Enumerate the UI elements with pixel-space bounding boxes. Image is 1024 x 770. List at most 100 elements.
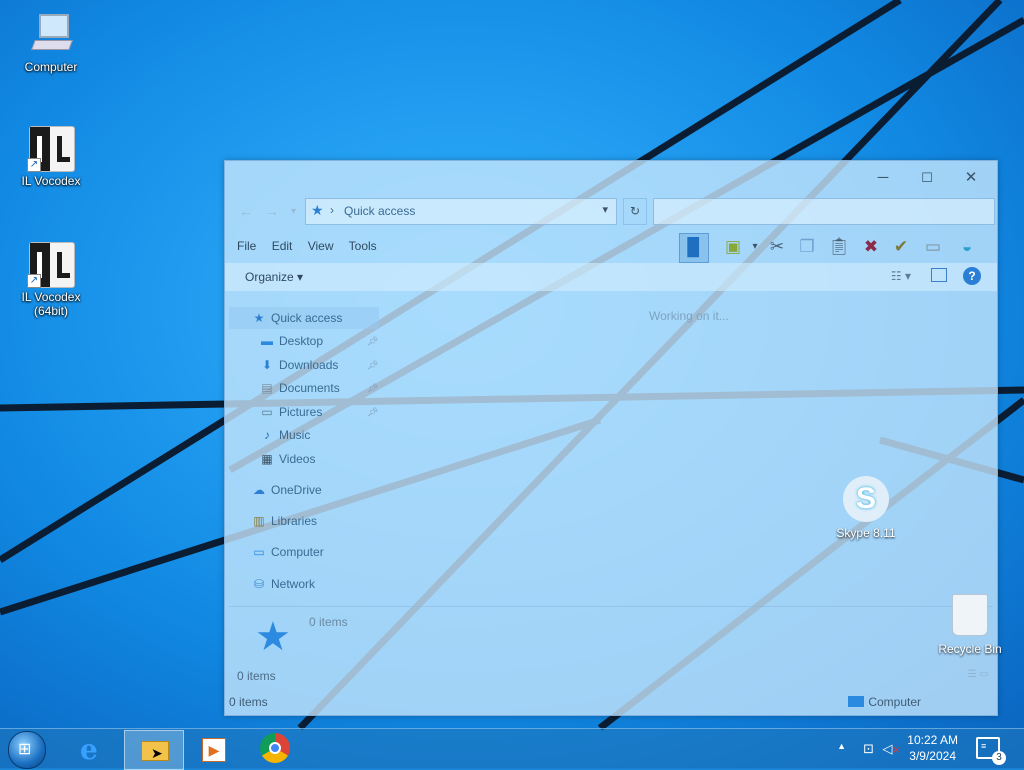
taskbar-chrome[interactable]: [246, 730, 304, 768]
show-hidden-icons-button[interactable]: ▲: [837, 741, 846, 751]
nav-item-downloads[interactable]: ⬇ Downloads: [259, 354, 338, 376]
music-note-icon: ♪: [264, 428, 270, 442]
volume-muted-icon[interactable]: ◁✕: [882, 741, 900, 757]
taskbar-media-player[interactable]: ▶: [184, 730, 242, 768]
nav-item-pictures[interactable]: ▭ Pictures: [259, 401, 322, 423]
maximize-button[interactable]: ☐: [905, 167, 949, 189]
pin-icon[interactable]: 📌︎: [367, 360, 378, 371]
rename-icon: ▭: [924, 237, 942, 256]
document-icon: ▤: [261, 381, 273, 395]
desktop-icon-il-vocodex-64bit[interactable]: ↗ IL Vocodex (64bit): [3, 240, 99, 318]
back-arrow-icon[interactable]: ←: [239, 203, 253, 219]
taskbar: ⊞ e ➤ ▶ ▲ ⊡ ◁✕ 10:22 AM 3/9/2024 ≡ 3: [0, 728, 1024, 770]
shortcut-arrow-icon: ↗: [27, 158, 41, 172]
taskbar-internet-explorer[interactable]: e: [64, 730, 122, 768]
recent-dropdown-icon[interactable]: ▾: [291, 206, 296, 217]
nav-item-label: Desktop: [279, 334, 324, 348]
address-bar[interactable]: ★ › Quick access ▾: [305, 198, 617, 225]
nav-item-label: Pictures: [279, 405, 323, 419]
file-explorer-window[interactable]: ─ ☐ ✕ ← → ▾ ★ › Quick access ▾ ↻ File Ed…: [224, 160, 998, 716]
start-button[interactable]: ⊞: [8, 731, 46, 769]
network-tray-icon[interactable]: ⊡: [863, 741, 874, 757]
view-toggle-buttons[interactable]: ☰ ▭: [968, 669, 989, 680]
taskbar-file-explorer[interactable]: ➤: [124, 730, 184, 770]
minimize-button[interactable]: ─: [861, 167, 905, 189]
clock[interactable]: 10:22 AM 3/9/2024: [907, 732, 958, 764]
notification-center-button[interactable]: ≡ 3: [976, 737, 1006, 765]
skype-icon: S: [843, 476, 889, 522]
pin-icon[interactable]: 📌︎: [367, 407, 378, 418]
quick-access-star-icon: ★: [255, 615, 291, 659]
quick-access-star-icon: ★: [253, 311, 265, 325]
navigation-pane: ★ Quick access ▬ Desktop 📌︎ ⬇ Downloads 📌︎ …: [229, 307, 381, 607]
rename-button[interactable]: ▭: [919, 233, 947, 261]
desktop-icon-skype[interactable]: S Skype 8.11: [830, 476, 902, 540]
nav-item-desktop[interactable]: ▬ Desktop: [259, 330, 323, 352]
nav-item-label: OneDrive: [271, 483, 322, 497]
desktop-folder-icon: ▬: [261, 334, 273, 348]
download-arrow-icon: ⬇: [261, 358, 273, 372]
loading-message: Working on it...: [649, 309, 729, 323]
menu-file[interactable]: File: [237, 239, 256, 253]
pin-icon[interactable]: 📌︎: [367, 383, 378, 394]
paste-button[interactable]: 📋︎: [825, 233, 853, 261]
desktop-icon-computer[interactable]: Computer: [3, 10, 99, 74]
menu-view[interactable]: View: [308, 239, 334, 253]
help-button[interactable]: ?: [963, 267, 981, 285]
layout-pane-icon: ▉: [687, 238, 701, 257]
delete-button[interactable]: ✖: [857, 233, 885, 261]
nav-item-documents[interactable]: ▤ Documents: [259, 377, 340, 399]
nav-item-videos[interactable]: ▦ Videos: [259, 448, 315, 470]
status-bar-count: 0 items: [237, 669, 276, 683]
nav-item-computer[interactable]: ▭ Computer: [251, 541, 324, 563]
network-icon: ⛁: [253, 577, 265, 591]
media-player-icon: ▶: [202, 738, 226, 762]
nav-item-label: Computer: [271, 545, 324, 559]
computer-icon: [848, 696, 865, 707]
copy-button[interactable]: ❐: [793, 233, 821, 261]
properties-button[interactable]: ✔: [887, 233, 915, 261]
desktop-icon-recycle-bin[interactable]: Recycle Bin: [934, 594, 1006, 656]
nav-item-music[interactable]: ♪ Music: [259, 424, 310, 446]
chrome-icon: [260, 733, 290, 763]
refresh-icon: ↻: [629, 204, 641, 218]
shell-button[interactable]: ◒: [953, 233, 981, 261]
close-button[interactable]: ✕: [949, 167, 993, 189]
shell-icon: ◒: [961, 237, 973, 256]
preview-pane-button[interactable]: [931, 268, 947, 282]
desktop-icon-label: Recycle Bin: [938, 642, 1002, 656]
quick-access-star-icon: ★: [311, 202, 324, 218]
menu-tools[interactable]: Tools: [349, 239, 377, 253]
nav-item-network[interactable]: ⛁ Network: [251, 573, 315, 595]
computer-icon: ▭: [253, 545, 265, 559]
pin-icon[interactable]: 📌︎: [367, 336, 378, 347]
desktop-icon-il-vocodex[interactable]: ↗ IL Vocodex: [3, 124, 99, 188]
refresh-button[interactable]: ↻: [623, 198, 647, 225]
search-input[interactable]: [653, 198, 995, 225]
il-vocodex-icon: ↗: [27, 124, 75, 172]
change-view-button[interactable]: ☷ ▾: [891, 269, 911, 283]
layout-pane-button[interactable]: ▉: [679, 233, 709, 263]
forward-arrow-icon[interactable]: →: [265, 203, 279, 219]
nav-item-quick-access[interactable]: ★ Quick access: [229, 307, 379, 329]
libraries-icon: ▥: [253, 514, 265, 528]
bottom-status-location: Computer: [848, 695, 921, 709]
organize-button[interactable]: Organize ▾: [245, 270, 303, 284]
cloud-icon: ☁: [253, 483, 265, 497]
cut-button[interactable]: ✂: [763, 233, 791, 261]
nav-item-libraries[interactable]: ▥ Libraries: [251, 510, 317, 532]
notification-count-badge: 3: [992, 751, 1006, 765]
menu-edit[interactable]: Edit: [272, 239, 293, 253]
nav-item-label: Documents: [279, 381, 340, 395]
address-dropdown-icon[interactable]: ▾: [602, 203, 608, 216]
mouse-cursor-icon: ➤: [151, 745, 163, 761]
clock-time: 10:22 AM: [907, 733, 958, 747]
desktop-icon-label: Skype 8.11: [836, 526, 896, 540]
scissors-icon: ✂: [769, 237, 785, 256]
nav-item-onedrive[interactable]: ☁ OneDrive: [251, 479, 322, 501]
computer-icon: [27, 10, 75, 58]
breadcrumb-quick-access[interactable]: Quick access: [344, 204, 415, 218]
windows-logo-icon: ⊞: [18, 741, 32, 758]
checkmark-icon: ✔: [893, 237, 909, 256]
details-pane: ★ 0 items: [229, 606, 993, 665]
